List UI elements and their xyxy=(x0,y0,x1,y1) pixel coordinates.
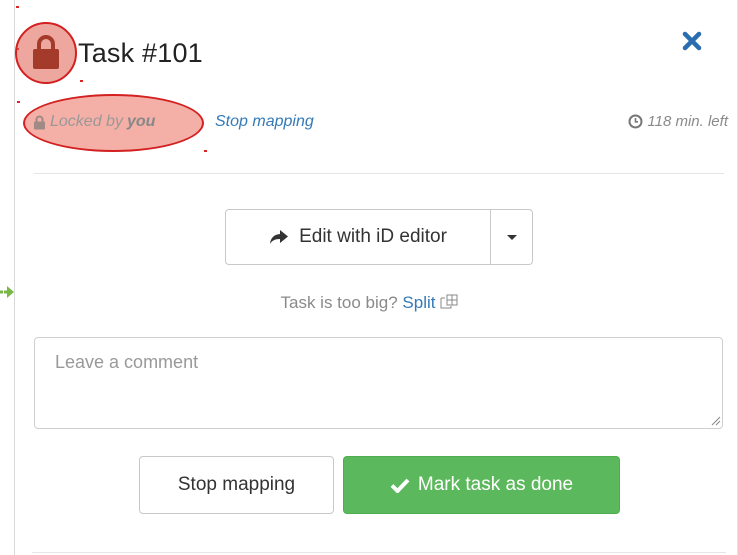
panel-left-border xyxy=(14,0,15,555)
mark-task-done-button[interactable]: Mark task as done xyxy=(343,456,620,514)
resize-handle-icon[interactable] xyxy=(709,414,721,426)
comment-textarea[interactable] xyxy=(34,337,723,429)
task-title: Task #101 xyxy=(78,38,203,68)
annotation-mark xyxy=(17,101,20,103)
small-lock-icon xyxy=(34,115,45,129)
annotation-mark xyxy=(80,80,83,82)
edit-with-id-button[interactable]: Edit with iD editor xyxy=(226,210,491,264)
time-left: 118 min. left xyxy=(628,113,728,130)
locked-status: Locked by you xyxy=(33,113,155,131)
time-left-text: 118 min. left xyxy=(647,113,728,130)
stop-mapping-button[interactable]: Stop mapping xyxy=(139,456,334,514)
annotation-mark xyxy=(204,150,207,152)
lock-icon xyxy=(33,35,59,69)
lock-icon-highlight xyxy=(15,22,77,84)
locked-by-prefix: Locked by xyxy=(50,113,123,130)
close-icon[interactable] xyxy=(680,30,704,52)
caret-down-icon xyxy=(506,234,517,240)
split-icon xyxy=(440,294,457,309)
panel-bottom-border xyxy=(32,552,726,553)
split-link[interactable]: Split xyxy=(402,293,435,312)
locked-by-user: you xyxy=(126,113,156,130)
annotation-mark xyxy=(16,6,19,8)
share-arrow-icon xyxy=(270,230,289,244)
edit-label: Edit with iD editor xyxy=(299,226,447,247)
divider xyxy=(34,173,724,174)
editor-dropdown-toggle[interactable] xyxy=(491,210,532,264)
task-too-big-row: Task is too big? Split xyxy=(0,293,738,313)
too-big-question: Task is too big? xyxy=(280,293,398,312)
clock-icon xyxy=(628,114,643,129)
check-icon xyxy=(390,478,410,493)
stop-mapping-link[interactable]: Stop mapping xyxy=(215,113,314,131)
edit-button-group: Edit with iD editor xyxy=(225,209,533,265)
done-label: Mark task as done xyxy=(417,474,574,495)
